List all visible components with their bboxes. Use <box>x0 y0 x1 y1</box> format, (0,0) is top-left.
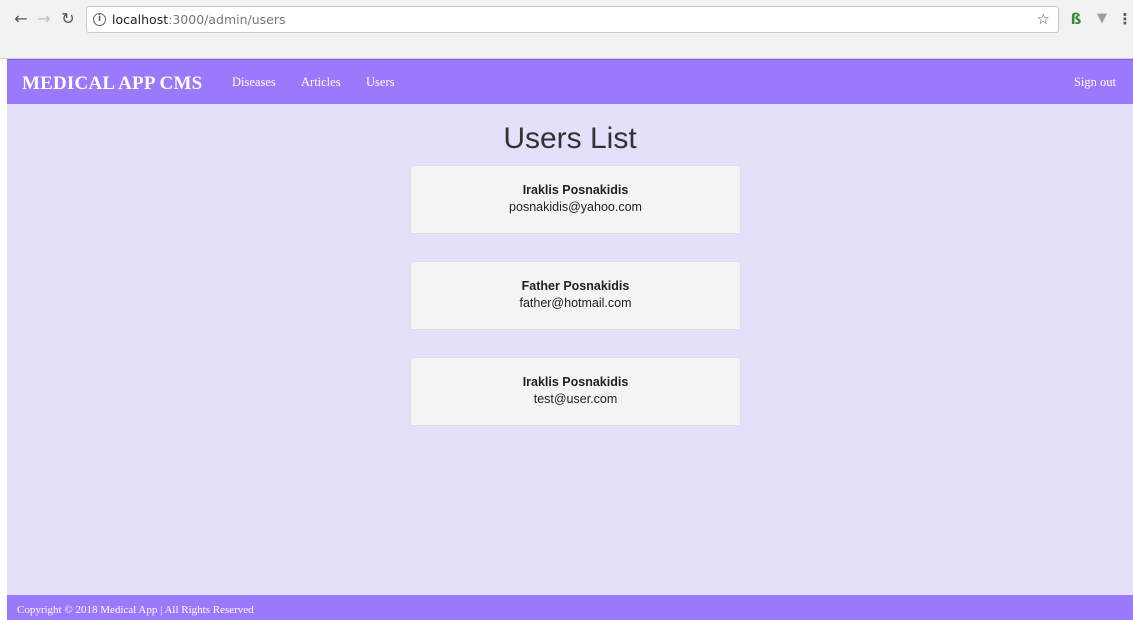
address-bar[interactable]: i localhost:3000/admin/users ☆ <box>86 6 1059 33</box>
user-name: Father Posnakidis <box>521 279 630 293</box>
user-email: test@user.com <box>533 392 618 406</box>
menu-icon[interactable]: ⋮ <box>1116 10 1133 28</box>
back-arrow-icon[interactable]: ← <box>10 8 32 30</box>
forward-arrow-icon[interactable]: → <box>33 8 55 30</box>
signout-link[interactable]: Sign out <box>1074 75 1116 90</box>
footer-copyright: Copyright © 2018 Medical App | All Right… <box>17 604 254 616</box>
extension-icon[interactable]: ß <box>1067 10 1085 28</box>
user-card[interactable]: Father Posnakidis father@hotmail.com <box>410 261 741 330</box>
user-name: Iraklis Posnakidis <box>522 183 629 197</box>
nav-link-articles[interactable]: Articles <box>301 75 341 90</box>
url-text[interactable]: localhost:3000/admin/users <box>112 12 286 28</box>
brand-logo[interactable]: MEDICAL APP CMS <box>22 73 202 95</box>
star-icon[interactable]: ☆ <box>1037 10 1050 28</box>
nav-link-users[interactable]: Users <box>366 75 394 90</box>
url-host: localhost <box>112 12 169 27</box>
navbar: MEDICAL APP CMS Diseases Articles Users … <box>7 59 1133 104</box>
page-viewport: MEDICAL APP CMS Diseases Articles Users … <box>7 59 1133 620</box>
user-card[interactable]: Iraklis Posnakidis posnakidis@yahoo.com <box>410 165 741 234</box>
user-card[interactable]: Iraklis Posnakidis test@user.com <box>410 357 741 426</box>
user-email: father@hotmail.com <box>519 296 632 310</box>
reload-icon[interactable]: ↻ <box>57 8 79 30</box>
url-path: :3000/admin/users <box>168 12 286 27</box>
nav-link-diseases[interactable]: Diseases <box>232 75 276 90</box>
user-name: Iraklis Posnakidis <box>522 375 629 389</box>
user-email: posnakidis@yahoo.com <box>509 200 642 214</box>
browser-toolbar: ← → ↻ i localhost:3000/admin/users ☆ ß ▼… <box>0 0 1133 59</box>
footer: Copyright © 2018 Medical App | All Right… <box>7 595 1133 620</box>
page-title: Users List <box>503 122 637 155</box>
info-icon[interactable]: i <box>93 13 106 26</box>
vue-extension-icon[interactable]: ▼ <box>1093 10 1111 28</box>
